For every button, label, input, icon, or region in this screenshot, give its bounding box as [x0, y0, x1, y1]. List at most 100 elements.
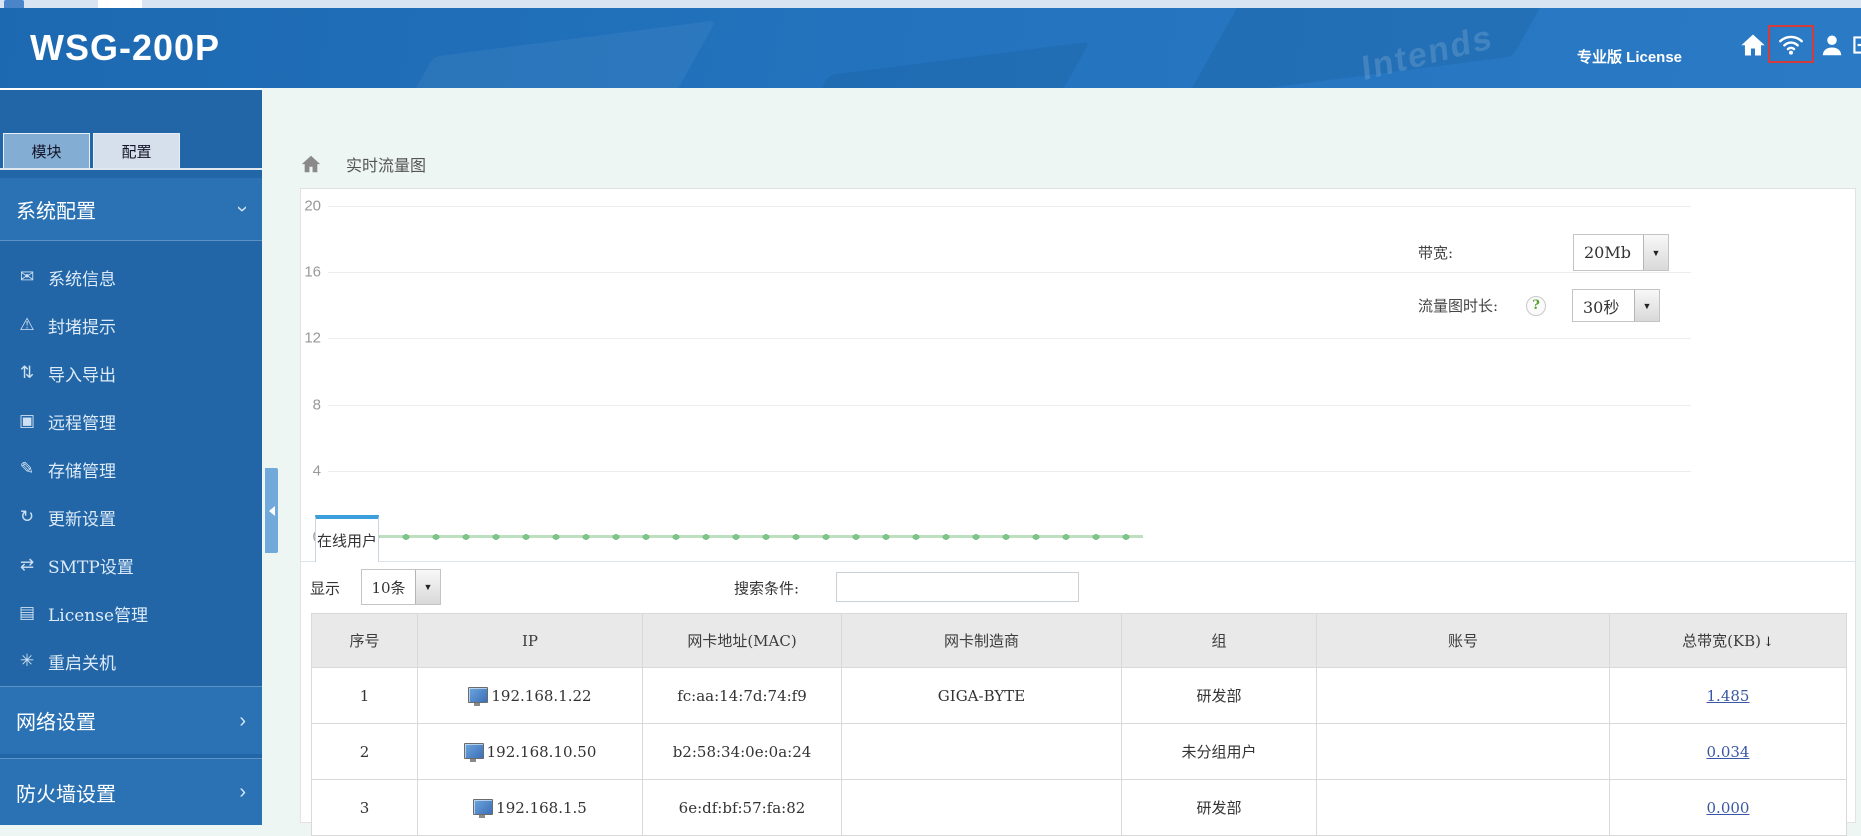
sidebar-item-封堵提示[interactable]: ⚠ 封堵提示	[0, 301, 262, 349]
bandwidth-control-row: 带宽: 20Mb ▼	[1418, 234, 1669, 271]
bandwidth-label: 带宽:	[1418, 244, 1454, 262]
duration-select[interactable]: 30秒 ▼	[1572, 289, 1660, 322]
chevron-down-icon: ›	[231, 205, 254, 213]
sidebar-item-label: SMTP设置	[48, 557, 134, 578]
dropdown-arrow-icon[interactable]: ▼	[1643, 235, 1668, 270]
tab-online-users[interactable]: 在线用户	[315, 515, 379, 562]
cell-mac: b2:58:34:0e:0a:24	[642, 723, 842, 780]
breadcrumb: 实时流量图	[300, 152, 426, 176]
sidebar: 模块 配置 系统配置 › ✉ 系统信息 ⚠ 封堵提示 ⇅ 导入导出 ▣ 远程管理 ✎ 存储管理 ↻ 更…	[0, 88, 262, 825]
table-toolbar: 显示 10条 ▼ 搜索条件:	[301, 562, 1855, 613]
sidebar-item-重启关机[interactable]: ✳ 重启关机	[0, 637, 262, 685]
chart-gridline	[328, 404, 1691, 406]
sidebar-section-system-header[interactable]: 系统配置 ›	[0, 178, 262, 241]
sidebar-menu: ✉ 系统信息 ⚠ 封堵提示 ⇅ 导入导出 ▣ 远程管理 ✎ 存储管理 ↻ 更新设置 ⇄ SMTP设置 ▤ Li…	[0, 241, 262, 685]
sidebar-section-firewall: 防火墙设置 ›	[0, 758, 262, 825]
dropdown-arrow-icon[interactable]: ▼	[1634, 290, 1659, 321]
sidebar-item-label: 远程管理	[48, 413, 116, 434]
bandwidth-select[interactable]: 20Mb ▼	[1573, 234, 1669, 271]
sidebar-item-远程管理[interactable]: ▣ 远程管理	[0, 397, 262, 445]
sidebar-section-system: 系统配置 › ✉ 系统信息 ⚠ 封堵提示 ⇅ 导入导出 ▣ 远程管理 ✎ 存储管理 ↻ 更新设置 ⇄ SM…	[0, 178, 262, 685]
duration-label: 流量图时长:	[1418, 297, 1499, 315]
sidebar-item-存储管理[interactable]: ✎ 存储管理	[0, 445, 262, 493]
cell-seq: 2	[311, 723, 418, 780]
column-header-6[interactable]: 账号	[1316, 613, 1610, 668]
sidebar-section-firewall-header[interactable]: 防火墙设置 ›	[0, 759, 262, 825]
storage-edit-icon: ✎	[19, 459, 35, 479]
column-header-1[interactable]: 序号	[311, 613, 418, 668]
column-header-7[interactable]: 总带宽(KB) ↓	[1609, 613, 1847, 668]
search-input[interactable]	[836, 572, 1079, 602]
y-axis-tick-label: 16	[304, 263, 321, 281]
sidebar-item-更新设置[interactable]: ↻ 更新设置	[0, 493, 262, 541]
page-title: 实时流量图	[346, 156, 427, 175]
sidebar-item-label: 存储管理	[48, 461, 116, 482]
ip-value: 192.168.10.50	[486, 742, 597, 761]
cell-account	[1316, 667, 1610, 724]
chart-gridline	[328, 206, 1691, 207]
browser-artifact	[4, 0, 24, 8]
license-card-icon: ▤	[18, 603, 36, 623]
computer-icon	[468, 686, 489, 706]
home-icon[interactable]	[1738, 30, 1768, 60]
sidebar-item-导入导出[interactable]: ⇅ 导入导出	[0, 349, 262, 397]
breadcrumb-home-icon[interactable]	[300, 153, 322, 175]
y-axis-tick-label: 20	[304, 197, 321, 215]
sidebar-tab-config[interactable]: 配置	[93, 133, 180, 168]
cell-seq: 3	[311, 779, 418, 836]
cell-group: 研发部	[1121, 667, 1317, 724]
column-header-4[interactable]: 网卡制造商	[841, 613, 1122, 668]
tab-bar-divider	[301, 561, 1855, 562]
show-label: 显示	[310, 579, 341, 597]
online-users-table: 序号 IP 网卡地址(MAC) 网卡制造商组账号 总带宽(KB) ↓ 1 192.168.1…	[311, 613, 1847, 836]
sidebar-tab-bar: 模块 配置	[0, 133, 262, 170]
browser-artifact	[98, 0, 142, 8]
wifi-icon-highlight-box[interactable]	[1768, 25, 1814, 63]
table-row: 3 192.168.1.5 6e:df:bf:57:fa:82 研发部 0.000	[311, 779, 1847, 836]
cell-group: 研发部	[1121, 779, 1317, 836]
chevron-right-icon: ›	[239, 781, 246, 803]
page-size-select[interactable]: 10条 ▼	[361, 569, 441, 605]
sidebar-item-label: 封堵提示	[48, 317, 116, 338]
sidebar-section-network: 网络设置 ›	[0, 686, 262, 754]
user-icon[interactable]	[1818, 30, 1846, 60]
mail-icon: ✉	[19, 267, 35, 287]
cell-group: 未分组用户	[1121, 723, 1317, 780]
duration-control-row: 流量图时长: ? 30秒 ▼	[1418, 289, 1660, 322]
sidebar-item-SMTP设置[interactable]: ⇄ SMTP设置	[0, 541, 262, 589]
bandwidth-link[interactable]: 0.000	[1707, 799, 1750, 817]
column-header-5[interactable]: 组	[1121, 613, 1317, 668]
bandwidth-link[interactable]: 1.485	[1707, 687, 1750, 705]
dropdown-arrow-icon[interactable]: ▼	[415, 570, 440, 604]
chevron-right-icon: ›	[239, 709, 246, 732]
y-axis-tick-label: 12	[304, 329, 321, 347]
help-icon[interactable]: ?	[1526, 295, 1546, 316]
cell-bandwidth: 0.000	[1609, 779, 1847, 836]
browser-edge-strip	[0, 0, 1861, 8]
bandwidth-link[interactable]: 0.034	[1707, 743, 1750, 761]
cell-bandwidth: 1.485	[1609, 667, 1847, 724]
column-header-2[interactable]: IP	[417, 613, 643, 668]
computer-icon	[473, 798, 494, 818]
sidebar-item-label: 重启关机	[48, 653, 116, 674]
refresh-icon: ↻	[19, 507, 35, 527]
cell-account	[1316, 779, 1610, 836]
restart-icon: ✳	[19, 651, 35, 671]
cell-mac: 6e:df:bf:57:fa:82	[642, 779, 842, 836]
cell-mac: fc:aa:14:7d:74:f9	[642, 667, 842, 724]
column-header-3[interactable]: 网卡地址(MAC)	[642, 613, 842, 668]
y-axis-tick-label: 8	[312, 396, 321, 414]
y-axis-tick-label: 4	[312, 462, 321, 480]
sidebar-item-系统信息[interactable]: ✉ 系统信息	[0, 253, 262, 301]
computer-icon	[463, 742, 484, 762]
import-export-icon: ⇅	[19, 363, 35, 383]
sidebar-collapse-handle[interactable]	[265, 468, 278, 553]
cell-ip: 192.168.10.50	[417, 723, 643, 780]
exit-icon[interactable]	[1849, 32, 1861, 58]
sidebar-section-network-header[interactable]: 网络设置 ›	[0, 687, 262, 754]
sidebar-tab-modules[interactable]: 模块	[3, 133, 90, 168]
ip-value: 192.168.1.22	[491, 686, 592, 705]
sidebar-item-License管理[interactable]: ▤ License管理	[0, 589, 262, 637]
collapse-arrow-icon	[268, 505, 275, 516]
sidebar-item-label: License管理	[48, 605, 149, 626]
